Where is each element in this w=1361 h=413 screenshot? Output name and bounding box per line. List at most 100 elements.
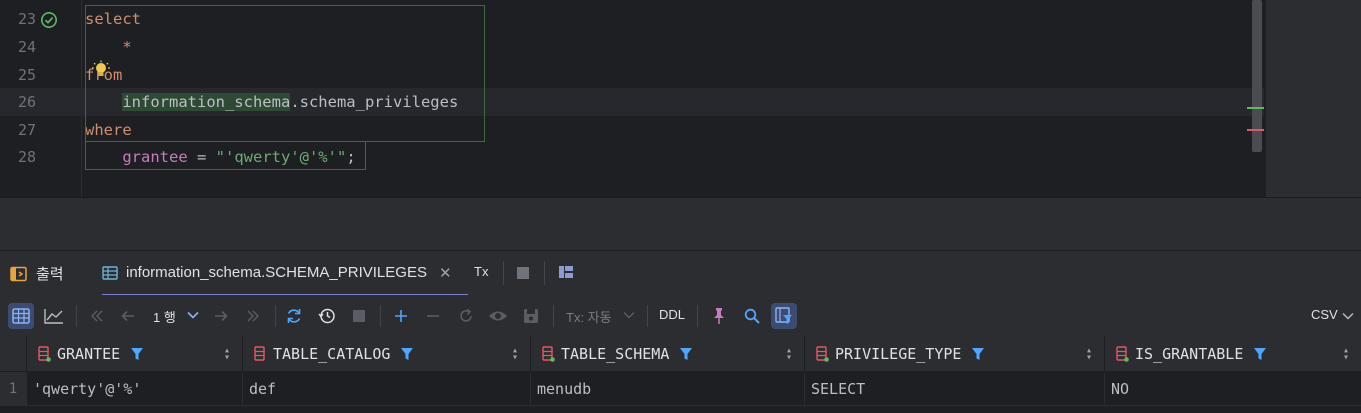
sort-icon[interactable]: ▴ ▾: [224, 346, 230, 363]
column-header[interactable]: IS_GRANTABLE ▴ ▾: [1104, 336, 1361, 372]
filter-icon[interactable]: [679, 347, 693, 361]
table-grid-icon: [102, 265, 118, 280]
filter-icon[interactable]: [130, 347, 144, 361]
stop-icon: [353, 310, 365, 322]
code-line-current[interactable]: 26 information_schema.schema_privileges: [0, 88, 1264, 116]
table-view-button[interactable]: [8, 303, 34, 329]
sort-icon[interactable]: ▴ ▾: [786, 346, 792, 363]
delete-row-button[interactable]: [420, 303, 446, 329]
table-cell[interactable]: SELECT: [804, 372, 1104, 406]
divider: [503, 261, 504, 285]
eye-icon: [489, 311, 507, 321]
layout-icon[interactable]: [558, 265, 574, 279]
sort-icon[interactable]: ▴ ▾: [512, 346, 518, 363]
tab-output[interactable]: 출력: [10, 251, 64, 296]
transaction-mode-select[interactable]: Tx: 자동: [566, 307, 612, 326]
column-icon: [816, 346, 829, 362]
line-number: 24: [17, 38, 36, 56]
revert-button[interactable]: [453, 303, 479, 329]
results-grid[interactable]: GRANTEE ▴ ▾ TABLE_CATALOG ▴ ▾ TABLE_SCHEMA…: [0, 336, 1361, 413]
arrow-left-icon: [121, 310, 134, 322]
filter-icon[interactable]: [400, 347, 414, 361]
divider: [553, 305, 554, 327]
pin-icon: [714, 308, 724, 324]
results-toolbar: 1 행 Tx: 자동 DDL CSV: [0, 295, 1361, 336]
sort-icon[interactable]: ▴ ▾: [1343, 346, 1349, 363]
divider: [275, 305, 276, 327]
save-icon: [524, 309, 538, 323]
filter-settings-button[interactable]: [771, 303, 797, 329]
transaction-button[interactable]: Tx: [474, 264, 488, 279]
column-header[interactable]: TABLE_CATALOG ▴ ▾: [242, 336, 530, 372]
code-line[interactable]: 24 *: [0, 33, 1264, 61]
filter-icon[interactable]: [1253, 347, 1267, 361]
line-number: 26: [17, 93, 36, 111]
double-chevron-left-icon: [91, 310, 103, 322]
refresh-button[interactable]: [281, 303, 307, 329]
submit-button[interactable]: [518, 303, 544, 329]
previous-page-button[interactable]: [115, 303, 141, 329]
column-header[interactable]: PRIVILEGE_TYPE ▴ ▾: [804, 336, 1104, 372]
sql-editor[interactable]: 23 select 24 * 25 from 26 information_sc…: [0, 0, 1361, 197]
next-page-button[interactable]: [208, 303, 234, 329]
search-button[interactable]: [739, 303, 765, 329]
export-format-select[interactable]: CSV: [1311, 307, 1338, 322]
code-text[interactable]: where: [85, 116, 132, 144]
filter-view-icon: [775, 307, 792, 324]
plus-icon: [395, 310, 407, 322]
code-line[interactable]: 25 from: [0, 61, 1264, 89]
code-line[interactable]: 28 grantee = "'qwerty'@'%'";: [0, 143, 1264, 171]
error-marker[interactable]: [1247, 129, 1264, 131]
minus-icon: [427, 315, 439, 317]
column-header[interactable]: TABLE_SCHEMA ▴ ▾: [530, 336, 804, 372]
results-tab-bar: 출력 information_schema.SCHEMA_PRIVILEGES …: [0, 250, 1361, 296]
tab-query-result[interactable]: information_schema.SCHEMA_PRIVILEGES ✕: [102, 251, 468, 296]
last-page-button[interactable]: [240, 303, 266, 329]
code-text[interactable]: *: [85, 33, 131, 61]
grid-header-row: GRANTEE ▴ ▾ TABLE_CATALOG ▴ ▾ TABLE_SCHEMA…: [0, 336, 1361, 372]
execution-success-check-icon[interactable]: [40, 11, 58, 29]
column-header-label: IS_GRANTABLE: [1135, 345, 1244, 363]
line-number: 27: [17, 121, 36, 139]
arrow-right-icon: [215, 310, 228, 322]
ddl-button[interactable]: DDL: [659, 307, 685, 322]
code-line[interactable]: 23 select: [0, 5, 1264, 33]
preview-button[interactable]: [485, 303, 511, 329]
chevron-down-icon[interactable]: [187, 311, 199, 319]
close-tab-icon[interactable]: ✕: [439, 264, 452, 282]
code-text[interactable]: select: [85, 5, 141, 33]
filter-icon[interactable]: [971, 347, 985, 361]
table-cell[interactable]: menudb: [530, 372, 804, 406]
first-page-button[interactable]: [84, 303, 110, 329]
add-row-button[interactable]: [388, 303, 414, 329]
code-line[interactable]: 27 where: [0, 116, 1264, 144]
sort-icon[interactable]: ▴ ▾: [1086, 346, 1092, 363]
divider: [76, 305, 77, 327]
refresh-icon: [287, 309, 301, 323]
panel-splitter[interactable]: [0, 197, 1361, 250]
divider: [380, 305, 381, 327]
table-cell[interactable]: 'qwerty'@'%': [26, 372, 242, 406]
pin-tab-button[interactable]: [706, 303, 732, 329]
code-text[interactable]: information_schema.schema_privileges: [85, 88, 458, 116]
divider: [697, 305, 698, 327]
column-header[interactable]: GRANTEE ▴ ▾: [26, 336, 242, 372]
table-cell[interactable]: NO: [1104, 372, 1361, 406]
chevron-down-icon[interactable]: [1342, 312, 1354, 320]
change-marker-added[interactable]: [1247, 107, 1264, 109]
row-count-label[interactable]: 1 행: [153, 307, 176, 326]
code-text[interactable]: grantee = "'qwerty'@'%'";: [85, 143, 355, 171]
line-number: 28: [17, 148, 36, 166]
table-cell[interactable]: def: [242, 372, 530, 406]
cancel-query-button[interactable]: [346, 303, 372, 329]
divider: [647, 305, 648, 327]
lightbulb-icon[interactable]: [91, 60, 111, 80]
chevron-down-icon[interactable]: [623, 311, 635, 319]
column-header-label: TABLE_CATALOG: [273, 345, 391, 363]
chart-view-button[interactable]: [41, 303, 67, 329]
history-button[interactable]: [314, 303, 340, 329]
table-row[interactable]: 1 'qwerty'@'%' def menudb SELECT NO: [0, 372, 1361, 406]
row-number: 1: [0, 372, 26, 406]
stop-icon[interactable]: [516, 266, 530, 280]
column-header-label: PRIVILEGE_TYPE: [835, 345, 962, 363]
